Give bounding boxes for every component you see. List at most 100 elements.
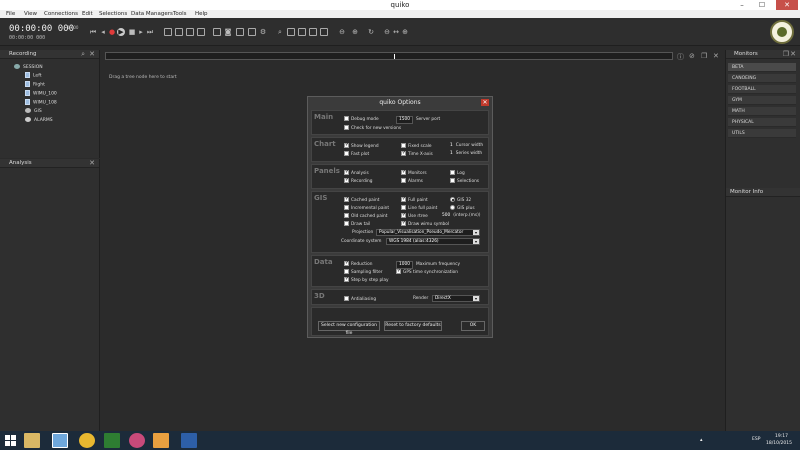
monitor-item-beta[interactable]: BETA xyxy=(728,63,796,72)
use-rtree-checkbox[interactable]: Use rtree xyxy=(401,212,428,220)
excel-icon[interactable] xyxy=(104,433,120,448)
image-icon[interactable] xyxy=(298,28,306,36)
new-file-icon[interactable] xyxy=(164,28,172,36)
check-versions-checkbox[interactable]: Check for new versions xyxy=(344,125,401,132)
incremental-paint-checkbox[interactable]: Incremental paint xyxy=(344,205,389,212)
comment-icon[interactable] xyxy=(320,28,328,36)
debug-mode-checkbox[interactable]: Debug mode xyxy=(344,116,379,123)
gis-plus-radio[interactable]: GIS plus xyxy=(450,205,475,212)
skip-forward-icon[interactable]: ⏭ xyxy=(146,28,154,36)
document-icon[interactable] xyxy=(186,28,194,36)
draw-wimu-checkbox[interactable]: Draw wimu symbol xyxy=(401,220,449,228)
recording-checkbox[interactable]: Recording xyxy=(344,177,373,185)
tree-node-alarms[interactable]: ALARMS xyxy=(25,117,53,123)
time-x-axis-checkbox[interactable]: Time X-axis xyxy=(401,150,433,158)
monitor-item-canoeing[interactable]: CANOEING xyxy=(728,74,796,83)
monitor-item-gym[interactable]: GYM xyxy=(728,96,796,105)
maximize-button[interactable]: ☐ xyxy=(754,0,770,10)
step-forward-icon[interactable]: ▸ xyxy=(137,28,145,36)
full-paint-checkbox[interactable]: Full paint xyxy=(401,196,428,204)
tree-node-session[interactable]: SESSION xyxy=(14,64,43,70)
tree-node-wimu-100[interactable]: WIMU_100 xyxy=(25,90,57,97)
sampling-filter-checkbox[interactable]: Sampling filter xyxy=(344,269,382,276)
device-icon[interactable] xyxy=(213,28,221,36)
panel-close-icon[interactable]: ✕ xyxy=(89,50,95,59)
panel-search-icon[interactable]: ⌕ xyxy=(81,50,85,59)
tree-node-right[interactable]: Right xyxy=(25,81,45,88)
analysis-close-icon[interactable]: ✕ xyxy=(89,159,95,168)
main-close-icon[interactable]: ✕ xyxy=(713,52,719,60)
link-icon[interactable]: ⊘ xyxy=(689,52,695,60)
step-play-checkbox[interactable]: Step by step play xyxy=(344,276,389,284)
tree-node-left[interactable]: Left xyxy=(25,72,41,79)
tree-search-input[interactable] xyxy=(105,52,673,60)
show-legend-checkbox[interactable]: Show legend xyxy=(344,142,379,150)
monitor-item-physical[interactable]: PHYSICAL xyxy=(728,118,796,127)
menu-connections[interactable]: Connections xyxy=(44,10,78,18)
quiko-taskbar-icon[interactable] xyxy=(52,433,68,448)
close-button[interactable]: ✕ xyxy=(776,0,798,10)
clock-date[interactable]: 18/10/2015 xyxy=(766,441,792,446)
language-indicator[interactable]: ESP xyxy=(752,437,760,442)
reduction-checkbox[interactable]: Reduction xyxy=(344,260,372,268)
menu-tools[interactable]: Tools xyxy=(173,10,187,18)
search-icon[interactable]: ⌕ xyxy=(276,28,284,36)
gps-sync-checkbox[interactable]: GPS time synchronization xyxy=(396,268,458,276)
monitor-item-math[interactable]: MATH xyxy=(728,107,796,116)
menu-file[interactable]: File xyxy=(6,10,15,18)
media-icon[interactable] xyxy=(129,433,145,448)
zoom-fit-out-icon[interactable]: ⊖ xyxy=(383,28,391,36)
interp-field[interactable]: 500 (interp.(ms)) xyxy=(442,213,480,219)
open-file-icon[interactable] xyxy=(175,28,183,36)
zoom-fit-in-icon[interactable]: ⊕ xyxy=(401,28,409,36)
camera-icon[interactable]: ◙ xyxy=(224,28,232,36)
fast-plot-checkbox[interactable]: Fast plot xyxy=(344,151,369,158)
cached-paint-checkbox[interactable]: Cached paint xyxy=(344,196,379,204)
tray-arrow-icon[interactable]: ▴ xyxy=(700,437,703,443)
log-checkbox[interactable]: Log xyxy=(450,170,465,177)
tree-node-gis[interactable]: GIS xyxy=(25,108,42,114)
video-player-icon[interactable] xyxy=(153,433,169,448)
ok-button[interactable]: OK xyxy=(461,321,485,331)
settings-icon[interactable]: ⚙ xyxy=(259,28,267,36)
dialog-close-button[interactable]: ✕ xyxy=(481,99,489,106)
windows-start-icon[interactable] xyxy=(5,435,16,446)
cursor-width-field[interactable]: 1 Cursor width xyxy=(450,143,483,149)
line-full-paint-checkbox[interactable]: Line full paint xyxy=(401,205,437,212)
series-width-field[interactable]: 1 Series width xyxy=(450,151,482,157)
menu-data-managers[interactable]: Data Managers xyxy=(131,10,173,18)
coord-system-select[interactable]: WGS 1984 (alias:4326) ▾ xyxy=(386,238,480,245)
select-icon[interactable] xyxy=(287,28,295,36)
window-icon[interactable]: ❐ xyxy=(701,52,707,60)
server-port-field[interactable]: 1500 Server port xyxy=(396,116,440,124)
info-icon[interactable]: ⓘ xyxy=(677,52,684,62)
word-icon[interactable] xyxy=(181,433,197,448)
max-frequency-field[interactable]: 1000 Maximum frequency xyxy=(396,261,460,269)
fit-arrow-icon[interactable]: ↔ xyxy=(392,28,400,36)
record-icon[interactable]: ● xyxy=(108,28,116,36)
zoom-out-icon[interactable]: ⊖ xyxy=(338,28,346,36)
play-icon[interactable]: ▶ xyxy=(117,28,125,36)
select-config-button[interactable]: Select new configuration file xyxy=(318,321,380,336)
render-select[interactable]: DirectX ▾ xyxy=(432,295,480,302)
file-explorer-icon[interactable] xyxy=(24,433,40,448)
list-icon[interactable] xyxy=(309,28,317,36)
menu-edit[interactable]: Edit xyxy=(82,10,93,18)
gis-32-radio[interactable]: GIS 32 xyxy=(450,197,471,204)
monitors-checkbox[interactable]: Monitors xyxy=(401,169,427,177)
monitor-item-football[interactable]: FOOTBALL xyxy=(728,85,796,94)
draw-tail-checkbox[interactable]: Draw tail xyxy=(344,221,370,228)
monitors-close-icon[interactable]: ✕ xyxy=(790,50,796,59)
refresh-icon[interactable]: ↻ xyxy=(367,28,375,36)
clock-time[interactable]: 19:17 xyxy=(775,434,788,439)
monitor-item-utils[interactable]: UTILS xyxy=(728,129,796,138)
menu-help[interactable]: Help xyxy=(195,10,208,18)
tree-node-wimu-108[interactable]: WIMU_108 xyxy=(25,99,57,106)
save-icon[interactable] xyxy=(197,28,205,36)
chart-icon[interactable] xyxy=(236,28,244,36)
fixed-scale-checkbox[interactable]: Fixed scale xyxy=(401,143,432,150)
monitor-icon[interactable] xyxy=(248,28,256,36)
analysis-checkbox[interactable]: Analysis xyxy=(344,169,369,177)
old-cached-paint-checkbox[interactable]: Old cached paint xyxy=(344,213,387,220)
alarms-checkbox[interactable]: Alarms xyxy=(401,178,423,185)
